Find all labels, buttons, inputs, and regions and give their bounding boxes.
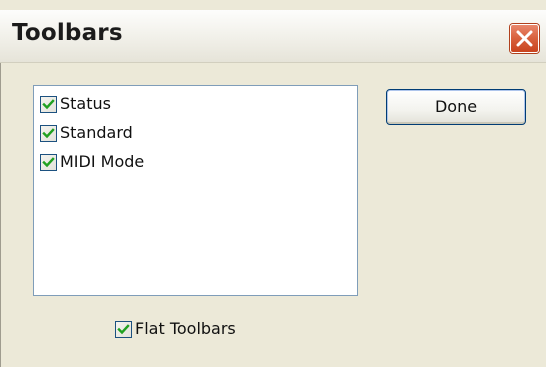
toolbar-list[interactable]: Status Standard MIDI Mode <box>33 85 358 296</box>
list-item[interactable]: Standard <box>40 122 133 144</box>
done-button[interactable]: Done <box>386 89 526 125</box>
close-button[interactable] <box>510 24 539 53</box>
flat-toolbars-label: Flat Toolbars <box>135 319 236 338</box>
flat-toolbars-option[interactable]: Flat Toolbars <box>115 318 236 340</box>
checkmark-icon <box>42 98 55 109</box>
title-bar[interactable]: Toolbars <box>0 10 546 63</box>
toolbars-dialog: Toolbars Status Standard MIDI Mode Done … <box>0 0 546 367</box>
checkmark-icon <box>117 323 130 334</box>
list-item-label: MIDI Mode <box>60 152 145 171</box>
midi-mode-checkbox[interactable] <box>40 153 57 171</box>
status-checkbox[interactable] <box>40 95 57 113</box>
dialog-frame-edge <box>0 63 1 367</box>
list-item-label: Status <box>60 94 111 113</box>
list-item-label: Standard <box>60 123 133 142</box>
close-x-icon <box>516 30 533 47</box>
flat-toolbars-checkbox[interactable] <box>115 320 132 338</box>
list-item[interactable]: Status <box>40 93 111 115</box>
standard-checkbox[interactable] <box>40 124 57 142</box>
checkmark-icon <box>42 127 55 138</box>
checkmark-icon <box>42 156 55 167</box>
dialog-title: Toolbars <box>12 20 123 46</box>
list-item[interactable]: MIDI Mode <box>40 151 144 173</box>
